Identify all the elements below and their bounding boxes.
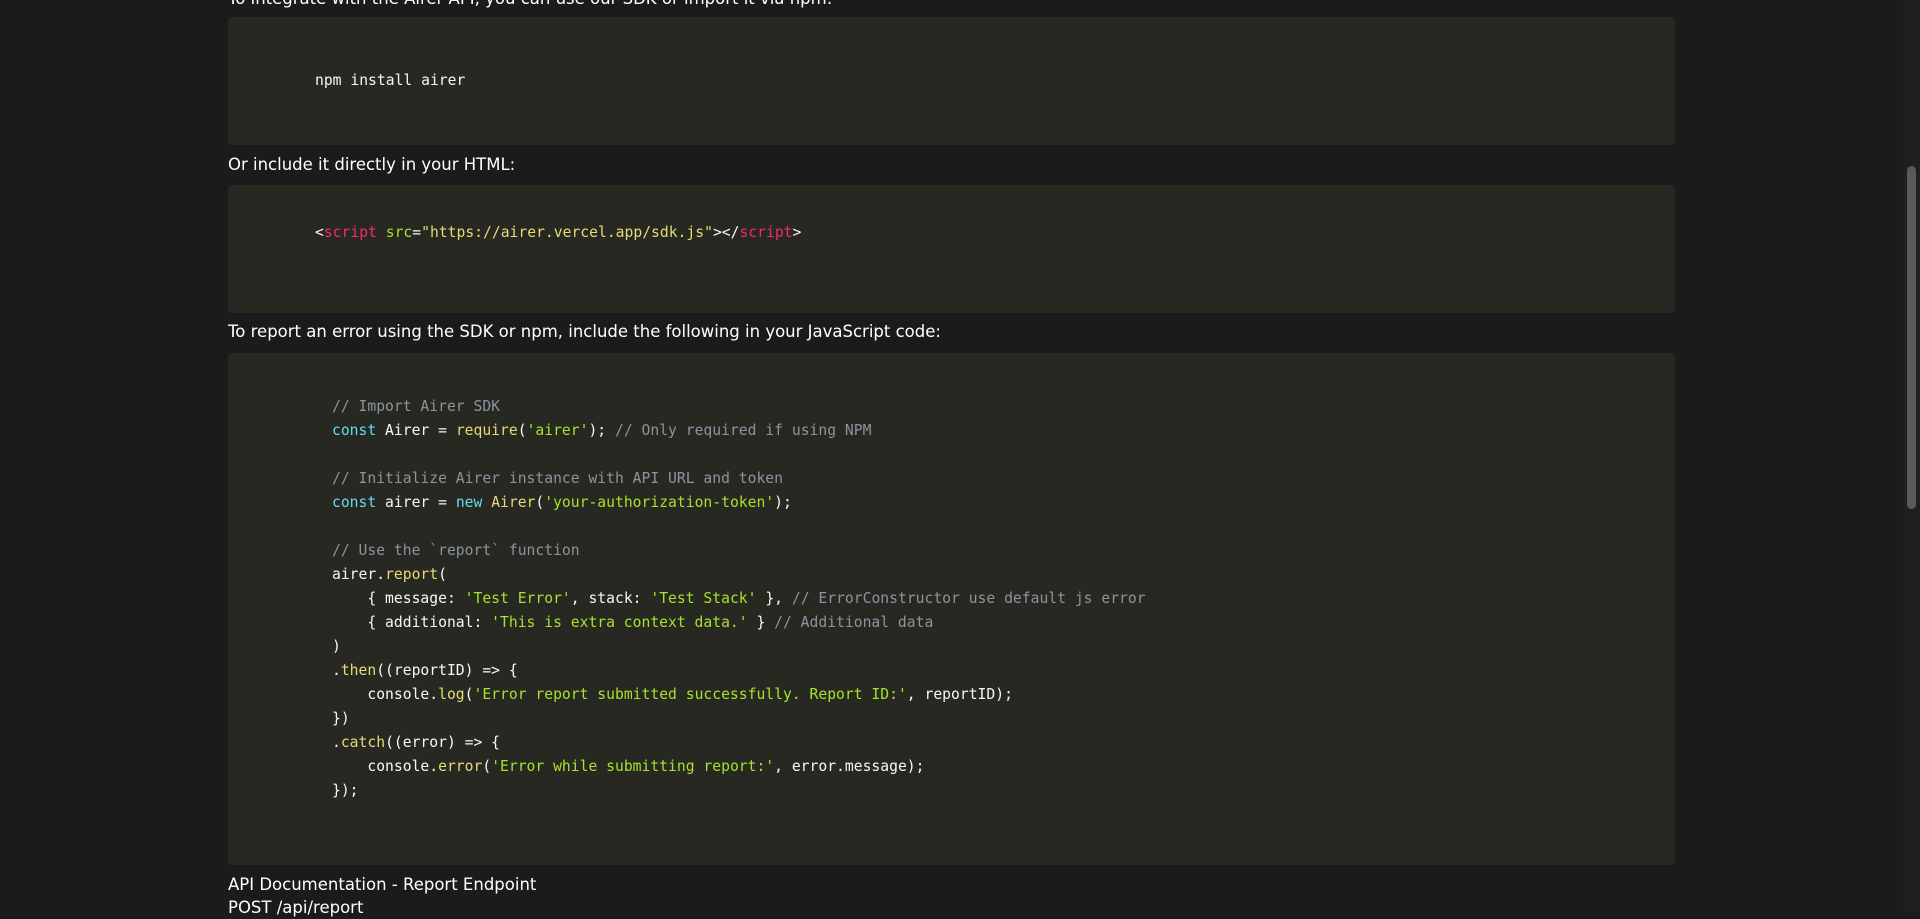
code-token: (	[517, 422, 527, 439]
javascript-usage-heading: To report an error using the SDK or npm,…	[228, 322, 941, 341]
code-token: , stack:	[570, 590, 651, 607]
npm-install-code-block: npm install airer	[228, 17, 1675, 145]
code-token: (	[535, 494, 545, 511]
code-token: script	[323, 224, 377, 241]
code-token: npm install airer	[315, 72, 466, 89]
code-token: , error.message);	[774, 758, 925, 775]
code-token: "https://airer.vercel.app/sdk.js"	[421, 224, 713, 241]
code-token: // Additional data	[774, 614, 934, 631]
code-token: const	[332, 494, 377, 511]
code-line: // Initialize Airer instance with API UR…	[332, 467, 1146, 491]
code-token: 'Test Error'	[464, 590, 571, 607]
code-token: 'airer'	[526, 422, 589, 439]
code-line: { additional: 'This is extra context dat…	[332, 611, 1146, 635]
code-token: console.	[332, 686, 439, 703]
code-token: Airer =	[376, 422, 456, 439]
code-line: airer.report(	[332, 563, 1146, 587]
scrollbar-thumb[interactable]	[1907, 166, 1916, 509]
code-token: require	[455, 422, 518, 439]
html-include-heading: Or include it directly in your HTML:	[228, 155, 516, 174]
code-token: new	[455, 494, 483, 511]
code-line: })	[332, 707, 1146, 731]
code-token: 'Error while submitting report:'	[491, 758, 775, 775]
code-token: ((reportID) => {	[376, 662, 518, 679]
javascript-usage-code-block: // Import Airer SDK const Airer = require…	[228, 353, 1675, 865]
code-token: console.	[332, 758, 439, 775]
npm-install-code: npm install airer	[315, 69, 465, 93]
code-token: ((error) => {	[385, 734, 501, 751]
code-line: console.error('Error while submitting re…	[332, 755, 1146, 779]
code-token: src	[385, 224, 413, 241]
code-line: console.log('Error report submitted succ…	[332, 683, 1146, 707]
code-token: .	[332, 662, 341, 679]
code-token: airer.	[332, 566, 386, 583]
code-token: script	[739, 224, 793, 241]
code-token: // Only required if using NPM	[615, 422, 872, 439]
code-token: 'Error report submitted successfully. Re…	[473, 686, 907, 703]
code-line: const airer = new Airer('your-authorizat…	[332, 491, 1146, 515]
code-token: const	[332, 422, 377, 439]
api-endpoint-method: POST /api/report	[228, 898, 364, 917]
code-token: Airer	[491, 494, 536, 511]
code-token: ></	[712, 224, 740, 241]
code-token: then	[340, 662, 377, 679]
code-token: // Import Airer SDK	[332, 398, 501, 415]
code-token: catch	[340, 734, 386, 751]
code-token: // Initialize Airer instance with API UR…	[332, 470, 783, 487]
code-line: <script src="https://airer.vercel.app/sd…	[315, 221, 801, 245]
code-token: 'This is extra context data.'	[491, 614, 748, 631]
code-token: // ErrorConstructor use default js error	[791, 590, 1146, 607]
code-token: 'your-authorization-token'	[544, 494, 775, 511]
code-token: error	[438, 758, 483, 775]
html-script-code-block: <script src="https://airer.vercel.app/sd…	[228, 185, 1675, 313]
code-line: { message: 'Test Error', stack: 'Test St…	[332, 587, 1146, 611]
code-token: });	[332, 782, 359, 799]
code-token: );	[774, 494, 792, 511]
code-token: (	[438, 566, 447, 583]
code-line: )	[332, 635, 1146, 659]
code-token: <	[315, 224, 324, 241]
code-token: log	[438, 686, 465, 703]
code-token: // Use the `report` function	[332, 542, 580, 559]
code-line: // Use the `report` function	[332, 539, 1146, 563]
code-token: }	[747, 614, 775, 631]
code-line: .then((reportID) => {	[332, 659, 1146, 683]
code-token: , reportID);	[906, 686, 1013, 703]
api-docs-heading: API Documentation - Report Endpoint	[228, 875, 537, 894]
code-token: >	[792, 224, 802, 241]
code-token: 'Test Stack'	[650, 590, 757, 607]
javascript-usage-code: // Import Airer SDK const Airer = require…	[332, 395, 1146, 803]
page-scrollbar[interactable]	[1903, 0, 1920, 911]
code-token: (	[482, 758, 492, 775]
code-token: =	[412, 224, 422, 241]
code-token: },	[756, 590, 792, 607]
code-line: const Airer = require('airer'); // Only …	[332, 419, 1146, 443]
code-token: (	[464, 686, 474, 703]
code-token: { message:	[332, 590, 465, 607]
code-token: { additional:	[332, 614, 492, 631]
code-token: .	[332, 734, 341, 751]
code-line: .catch((error) => {	[332, 731, 1146, 755]
code-token: airer =	[376, 494, 456, 511]
code-token: })	[332, 710, 350, 727]
code-line: // Import Airer SDK	[332, 395, 1146, 419]
code-line: });	[332, 779, 1146, 803]
html-script-code: <script src="https://airer.vercel.app/sd…	[315, 221, 801, 245]
intro-paragraph: To integrate with the Airer API, you can…	[228, 0, 832, 10]
code-token: );	[588, 422, 615, 439]
code-token: report	[385, 566, 439, 583]
code-line: npm install airer	[315, 69, 465, 93]
code-token: )	[332, 638, 341, 655]
